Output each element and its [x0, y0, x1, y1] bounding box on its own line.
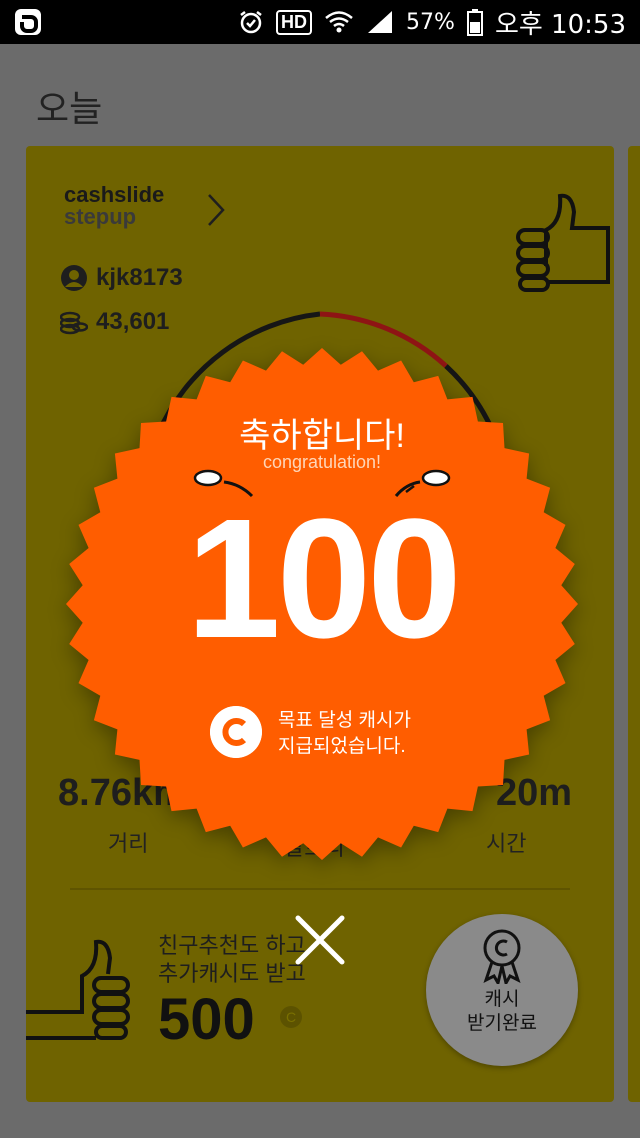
- medal-icon: [483, 929, 521, 984]
- wifi-icon: [325, 11, 353, 33]
- user-row: kjk8173: [60, 264, 183, 292]
- referral-promo-text[interactable]: 친구추천도 하고 추가캐시도 받고: [158, 932, 306, 988]
- cash-button-line1: 캐시: [484, 989, 520, 1010]
- hd-icon: HD: [276, 9, 313, 35]
- reward-message-line1: 목표 달성 캐시가: [278, 710, 411, 731]
- dialog-subtitle: congratulation!: [262, 452, 382, 472]
- cash-received-button[interactable]: 캐시 받기완료: [426, 914, 578, 1066]
- brand-logo: cashslide stepup: [64, 184, 164, 228]
- signal-icon: [368, 11, 393, 33]
- clock: 오후 10:53: [494, 9, 626, 40]
- thumbs-up-icon: [26, 939, 130, 1040]
- congratulation-dialog: 축하합니다! congratulation! 100 목표 달성 캐시가 지급되…: [62, 344, 582, 864]
- alarm-icon: [240, 11, 262, 34]
- status-bar: HD 57% 오후 10:53: [0, 0, 640, 44]
- close-icon[interactable]: [294, 914, 346, 966]
- thumbs-up-icon: [516, 193, 610, 292]
- user-icon: [61, 265, 87, 291]
- promo-line2: 추가캐시도 받고: [158, 961, 306, 986]
- promo-line1: 친구추천도 하고: [158, 933, 306, 958]
- page-title: 오늘: [36, 88, 103, 129]
- app-logo-icon: [15, 9, 41, 35]
- chevron-right-icon[interactable]: [206, 192, 226, 228]
- divider: [70, 888, 570, 890]
- battery-icon: [466, 9, 483, 36]
- dialog-title: 축하합니다!: [239, 417, 405, 455]
- next-card-peek[interactable]: [628, 146, 640, 1102]
- username: kjk8173: [96, 264, 183, 291]
- promo-amount: 500: [158, 987, 255, 1052]
- coin-stack-icon: [60, 311, 88, 335]
- brand-line1: cashslide: [64, 182, 165, 207]
- reward-message: 목표 달성 캐시가 지급되었습니다.: [278, 708, 411, 760]
- reward-amount: 100: [186, 484, 462, 674]
- brand-line2: stepup: [64, 204, 137, 229]
- cash-button-line2: 받기완료: [467, 1013, 537, 1034]
- reward-message-line2: 지급되었습니다.: [278, 736, 406, 757]
- cash-c-icon: [210, 706, 262, 758]
- cash-coin-icon: C: [280, 1006, 302, 1028]
- battery-percent: 57%: [406, 9, 455, 35]
